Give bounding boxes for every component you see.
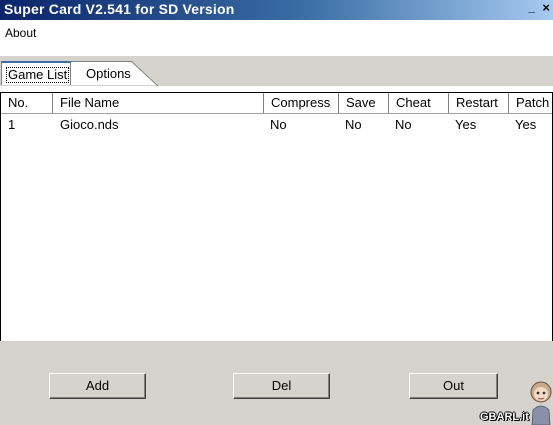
col-header-no[interactable]: No.: [1, 93, 53, 113]
status-bar: [0, 341, 553, 366]
menu-about[interactable]: About: [5, 26, 36, 40]
cell-patch: Yes: [515, 117, 537, 132]
add-button[interactable]: Add: [49, 373, 146, 399]
tab-strip: Game List Options: [0, 56, 553, 86]
cell-compress: No: [270, 117, 287, 132]
cell-no: 1: [8, 117, 16, 132]
cell-cheat: No: [395, 117, 412, 132]
cell-file-name: Gioco.nds: [60, 117, 119, 132]
cell-save: No: [345, 117, 362, 132]
col-header-file-name[interactable]: File Name: [53, 93, 264, 113]
menu-bar: About: [0, 20, 553, 56]
minimize-icon[interactable]: _: [528, 0, 535, 14]
game-list-table[interactable]: No. File Name Compress Save Cheat Restar…: [0, 92, 553, 342]
close-icon[interactable]: ×: [542, 0, 550, 15]
mascot-icon: [530, 381, 552, 425]
col-header-compress[interactable]: Compress: [264, 93, 339, 113]
col-header-cheat[interactable]: Cheat: [389, 93, 449, 113]
col-header-patch[interactable]: Patch: [509, 93, 552, 113]
watermark-text: GBARL.it: [480, 411, 529, 423]
col-header-restart[interactable]: Restart: [449, 93, 509, 113]
table-header: No. File Name Compress Save Cheat Restar…: [1, 93, 552, 114]
tab-options-outline: [70, 61, 159, 86]
title-bar: Super Card V2.541 for SD Version _ ×: [0, 0, 553, 20]
window-title: Super Card V2.541 for SD Version: [4, 1, 235, 17]
col-header-save[interactable]: Save: [339, 93, 389, 113]
cell-restart: Yes: [455, 117, 477, 132]
tab-game-list[interactable]: Game List: [1, 61, 71, 85]
out-button[interactable]: Out: [409, 373, 498, 399]
tab-game-list-label: Game List: [6, 67, 70, 83]
button-panel: Add Del Out: [0, 365, 553, 425]
del-button[interactable]: Del: [233, 373, 330, 399]
